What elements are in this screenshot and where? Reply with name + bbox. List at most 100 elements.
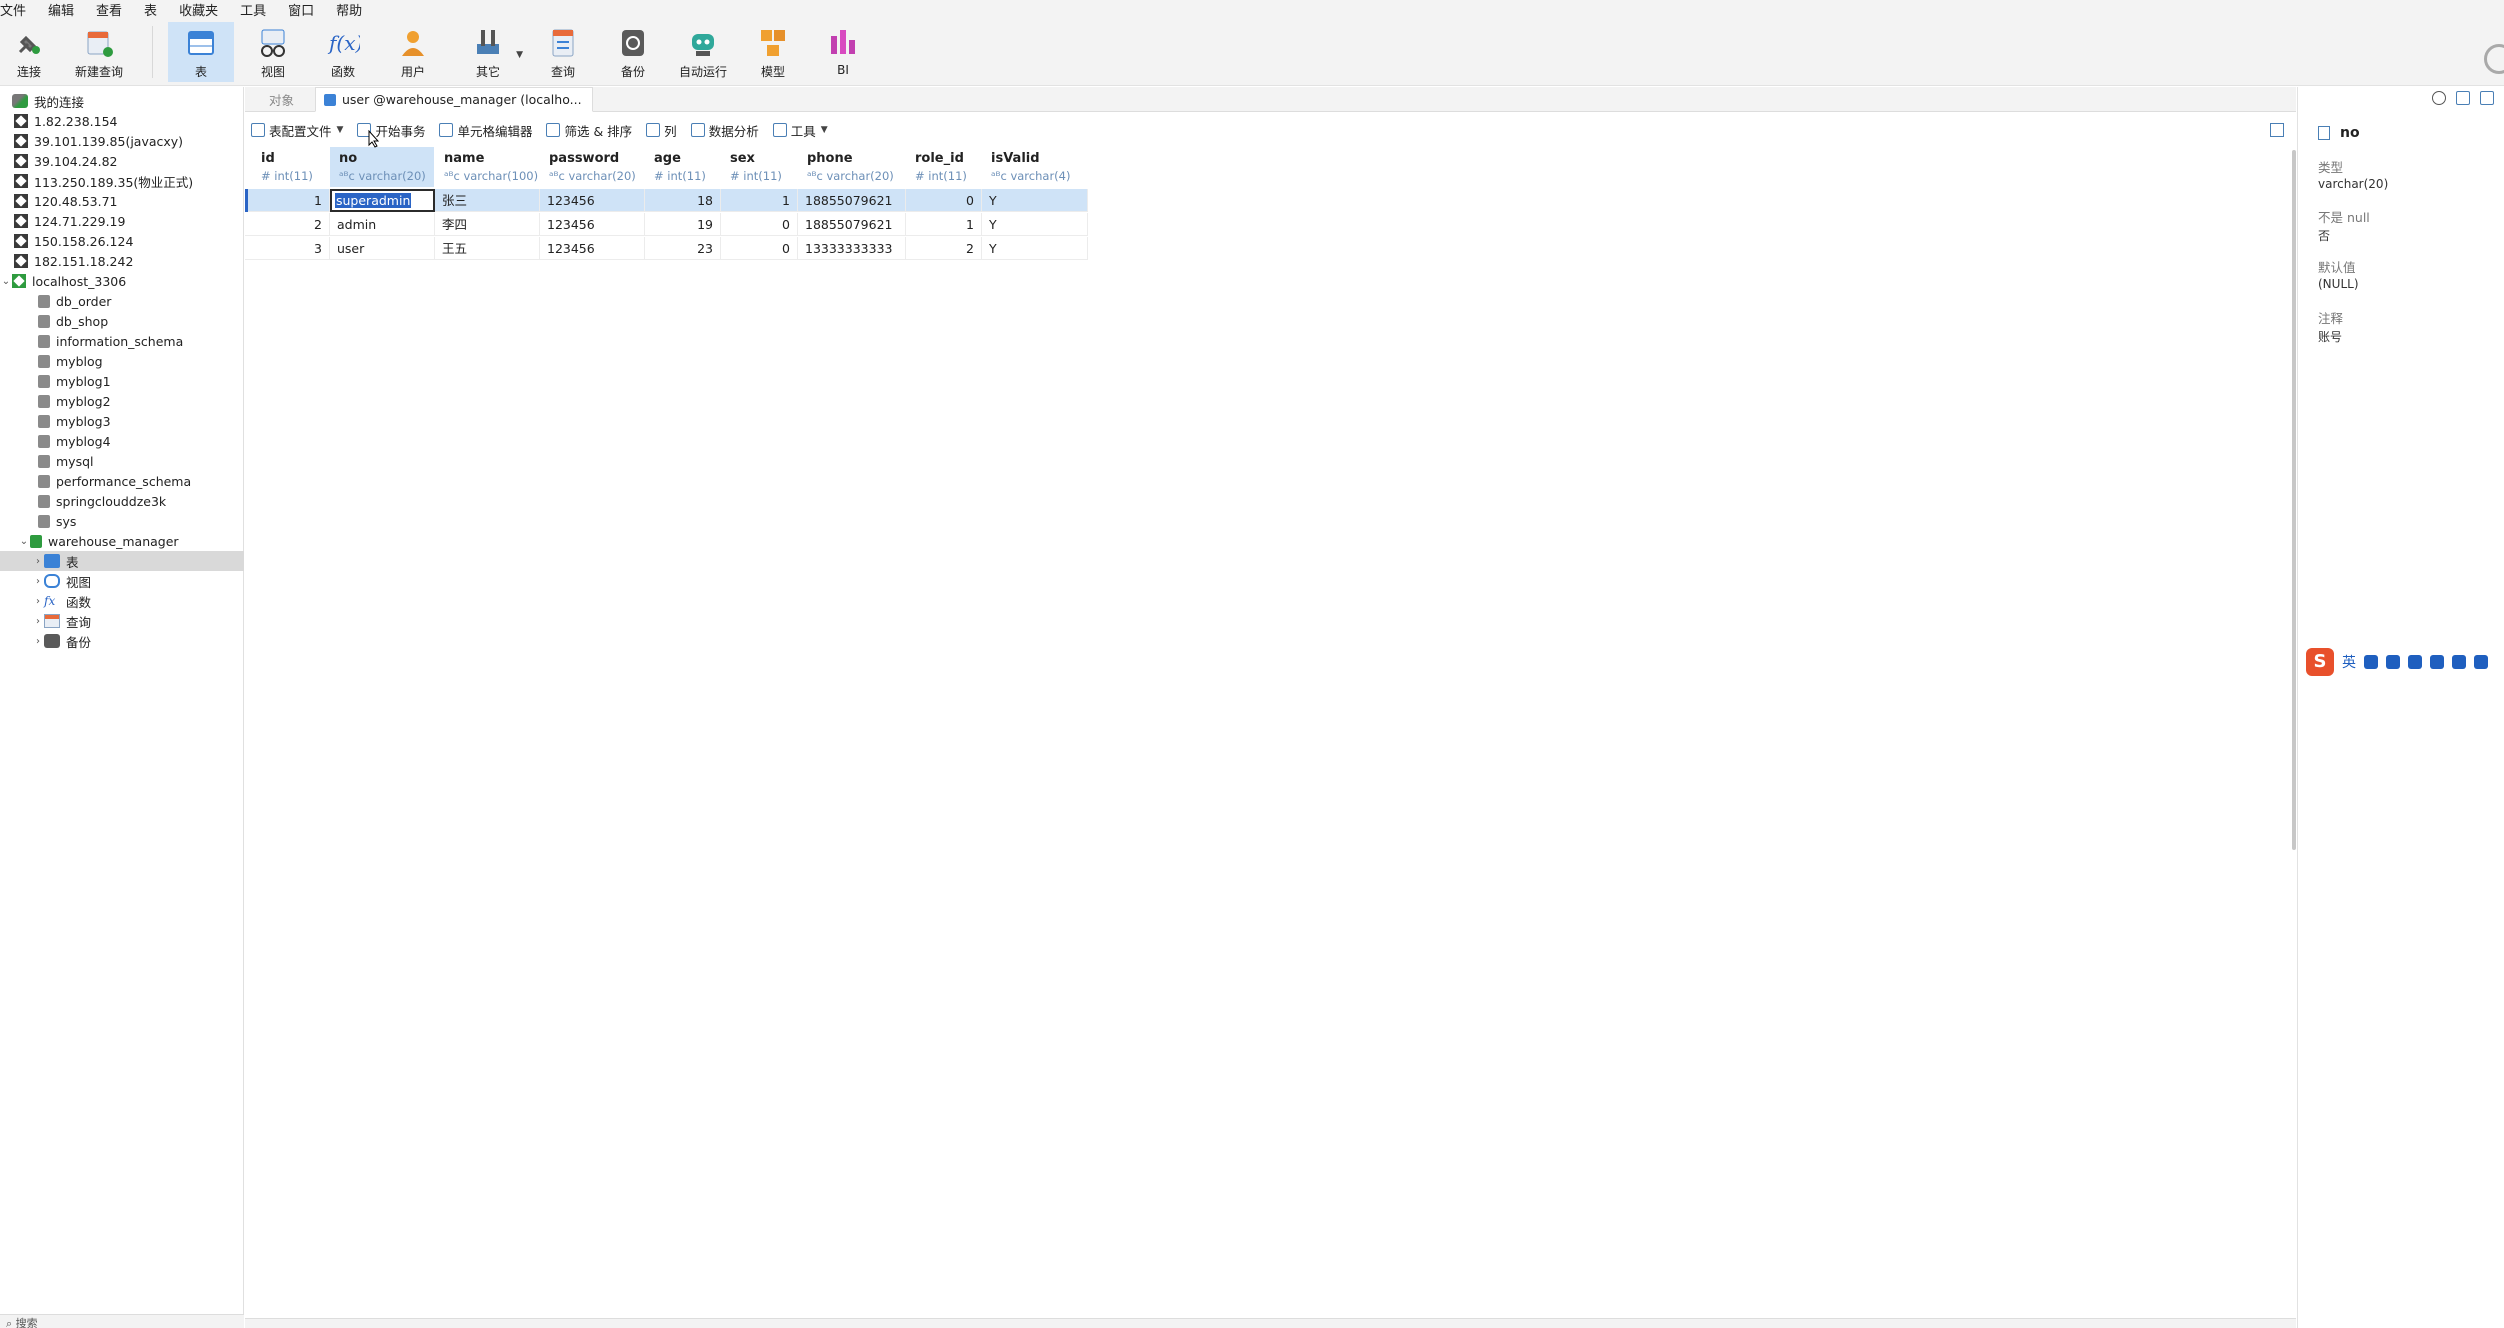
cell-no[interactable]: user <box>330 237 435 260</box>
table-button[interactable]: 表 <box>168 22 234 82</box>
connect-button[interactable]: 连接 <box>0 22 62 82</box>
column-header-isvalid[interactable]: isValid ᵃᴮc varchar(4) <box>982 147 1088 187</box>
column-header-age[interactable]: age # int(11) <box>645 147 720 187</box>
table-row[interactable]: 2 admin 李四 123456 19 0 18855079621 1 Y <box>245 213 1088 236</box>
column-header-id[interactable]: id # int(11) <box>252 147 329 187</box>
other-button[interactable]: 其它 ▼ <box>455 22 523 82</box>
data-analysis-button[interactable]: 数据分析 <box>690 121 759 140</box>
tree-database[interactable]: springclouddze3k <box>0 491 244 511</box>
cell-phone[interactable]: 18855079621 <box>798 189 906 212</box>
cell-age[interactable]: 18 <box>645 189 721 212</box>
tab-user-table[interactable]: user @warehouse_manager (localho... <box>315 87 593 112</box>
view-button[interactable]: 视图 <box>240 22 306 82</box>
cell-isvalid[interactable]: Y <box>982 237 1088 260</box>
sogou-logo-icon[interactable]: S <box>2306 648 2334 676</box>
tree-connection[interactable]: 39.104.24.82 <box>0 151 244 171</box>
cell-role-id[interactable]: 1 <box>906 213 982 236</box>
ime-language-toggle[interactable]: 英 <box>2342 652 2356 672</box>
column-header-sex[interactable]: sex # int(11) <box>721 147 797 187</box>
new-query-button[interactable]: 新建查询 <box>66 22 132 82</box>
cell-editor-button[interactable]: 单元格编辑器 <box>439 121 532 140</box>
column-header-name[interactable]: name ᵃᴮc varchar(100) <box>435 147 539 187</box>
tree-connection[interactable]: 182.151.18.242 <box>0 251 244 271</box>
cell-sex[interactable]: 1 <box>721 189 798 212</box>
chevron-down-icon[interactable]: ⌄ <box>18 536 30 547</box>
cell-id[interactable]: 3 <box>252 237 330 260</box>
microphone-icon[interactable] <box>2386 655 2400 669</box>
tab-objects[interactable]: 对象 <box>269 87 294 112</box>
tree-database[interactable]: myblog <box>0 351 244 371</box>
cell-no-editing[interactable]: superadmin <box>330 189 435 212</box>
tree-database[interactable]: myblog2 <box>0 391 244 411</box>
function-button[interactable]: f(x) 函数 <box>310 22 376 82</box>
tree-connection[interactable]: 120.48.53.71 <box>0 191 244 211</box>
menu-tools[interactable]: 工具 <box>240 0 266 19</box>
user-button[interactable]: 用户 <box>380 22 446 82</box>
menu-window[interactable]: 窗口 <box>288 0 314 19</box>
tree-node-views[interactable]: › 视图 <box>0 571 244 591</box>
cell-name[interactable]: 张三 <box>435 189 540 212</box>
cell-sex[interactable]: 0 <box>721 213 798 236</box>
tree-connection[interactable]: 1.82.238.154 <box>0 111 244 131</box>
chevron-right-icon[interactable]: › <box>32 576 44 587</box>
punctuation-icon[interactable] <box>2364 655 2378 669</box>
game-icon[interactable] <box>2452 655 2466 669</box>
grid-menu-icon[interactable] <box>2474 655 2488 669</box>
menu-view[interactable]: 查看 <box>96 0 122 19</box>
model-button[interactable]: 模型 <box>740 22 806 82</box>
tree-connection[interactable]: 39.101.139.85(javacxy) <box>0 131 244 151</box>
vertical-scrollbar[interactable] <box>2292 150 2296 850</box>
menu-edit[interactable]: 编辑 <box>48 0 74 19</box>
table-row[interactable]: 3 user 王五 123456 23 0 13333333333 2 Y <box>245 237 1088 260</box>
column-header-phone[interactable]: phone ᵃᴮc varchar(20) <box>798 147 905 187</box>
tree-connection[interactable]: 150.158.26.124 <box>0 231 244 251</box>
account-avatar-icon[interactable] <box>2484 44 2504 74</box>
tree-node-tables[interactable]: › 表 <box>0 551 244 571</box>
tree-database[interactable]: sys <box>0 511 244 531</box>
cell-name[interactable]: 李四 <box>435 213 540 236</box>
chevron-down-icon[interactable]: ⌄ <box>0 276 12 287</box>
tree-database[interactable]: performance_schema <box>0 471 244 491</box>
ddl-icon[interactable] <box>2456 91 2470 105</box>
table-row[interactable]: 1 superadmin 张三 123456 18 1 18855079621 … <box>245 189 1088 212</box>
cell-role-id[interactable]: 2 <box>906 237 982 260</box>
bi-button[interactable]: BI <box>810 22 876 82</box>
skin-icon[interactable] <box>2430 655 2444 669</box>
cell-no[interactable]: admin <box>330 213 435 236</box>
cell-password[interactable]: 123456 <box>540 237 645 260</box>
nav-search-bar[interactable]: ⌕ 搜索 <box>0 1314 244 1328</box>
tree-database[interactable]: information_schema <box>0 331 244 351</box>
tree-database[interactable]: myblog1 <box>0 371 244 391</box>
auto-run-button[interactable]: 自动运行 <box>670 22 736 82</box>
tree-database[interactable]: db_order <box>0 291 244 311</box>
keyboard-icon[interactable] <box>2408 655 2422 669</box>
chevron-right-icon[interactable]: › <box>32 616 44 627</box>
filter-sort-button[interactable]: 筛选 & 排序 <box>546 121 632 140</box>
column-header-password[interactable]: password ᵃᴮc varchar(20) <box>540 147 644 187</box>
tree-node-functions[interactable]: › fx 函数 <box>0 591 244 611</box>
cell-age[interactable]: 23 <box>645 237 721 260</box>
tree-node-queries[interactable]: › 查询 <box>0 611 244 631</box>
chevron-right-icon[interactable]: › <box>32 636 44 647</box>
layout-panel-icon[interactable] <box>2480 91 2494 105</box>
chevron-right-icon[interactable]: › <box>32 596 44 607</box>
chevron-right-icon[interactable]: › <box>32 556 44 567</box>
cell-role-id[interactable]: 0 <box>906 189 982 212</box>
table-profile-button[interactable]: 表配置文件 ▼ <box>251 121 343 140</box>
tree-database-warehouse-manager[interactable]: ⌄ warehouse_manager <box>0 531 244 551</box>
other-dropdown-icon[interactable]: ▼ <box>516 50 523 60</box>
menu-table[interactable]: 表 <box>144 0 157 19</box>
expand-icon[interactable] <box>2270 123 2284 137</box>
query-button[interactable]: 查询 <box>530 22 596 82</box>
cell-id[interactable]: 2 <box>252 213 330 236</box>
tree-connection[interactable]: 124.71.229.19 <box>0 211 244 231</box>
cell-isvalid[interactable]: Y <box>982 189 1088 212</box>
cell-name[interactable]: 王五 <box>435 237 540 260</box>
tree-database[interactable]: mysql <box>0 451 244 471</box>
tree-connection-localhost[interactable]: ⌄ localhost_3306 <box>0 271 244 291</box>
columns-button[interactable]: 列 <box>646 121 677 140</box>
cell-isvalid[interactable]: Y <box>982 213 1088 236</box>
cell-id[interactable]: 1 <box>252 189 330 212</box>
tree-node-backups[interactable]: › 备份 <box>0 631 244 651</box>
backup-button[interactable]: 备份 <box>600 22 666 82</box>
